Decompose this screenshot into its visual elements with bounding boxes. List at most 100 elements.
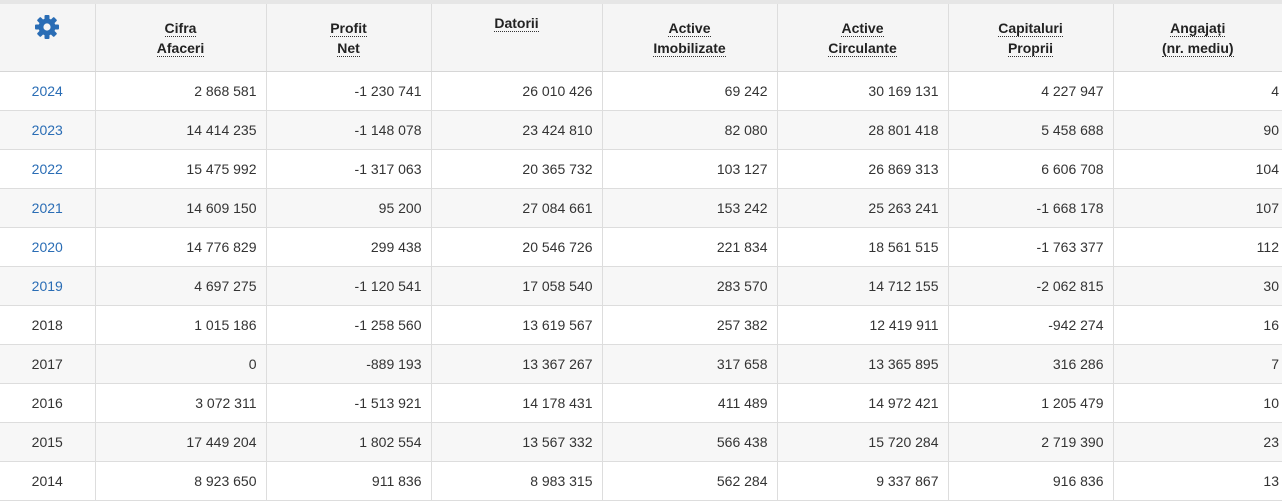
table-row: 2015 17 449 204 1 802 554 13 567 332 566… bbox=[0, 422, 1282, 462]
capitaluri-proprii-cell: 6 606 708 bbox=[948, 149, 1114, 189]
active-imobilizate-cell: 283 570 bbox=[602, 266, 778, 306]
capitaluri-proprii-cell: 2 719 390 bbox=[948, 422, 1114, 462]
active-circulante-cell: 25 263 241 bbox=[777, 188, 949, 228]
col-header-angajati[interactable]: Angajați (nr. mediu) bbox=[1113, 4, 1282, 72]
year-link[interactable]: 2020 bbox=[32, 239, 63, 255]
year-cell: 2018 bbox=[0, 305, 96, 345]
active-circulante-cell: 28 801 418 bbox=[777, 110, 949, 150]
year-cell: 2016 bbox=[0, 383, 96, 423]
col-header-profit-net[interactable]: Profit Net bbox=[266, 4, 432, 72]
year-link[interactable]: 2021 bbox=[32, 200, 63, 216]
cifra-afaceri-cell: 3 072 311 bbox=[95, 383, 267, 423]
year-link[interactable]: 2022 bbox=[32, 161, 63, 177]
active-imobilizate-cell: 69 242 bbox=[602, 71, 778, 111]
financial-table: Cifra Afaceri Profit Net Datorii Active … bbox=[0, 4, 1282, 501]
profit-net-cell: -1 258 560 bbox=[266, 305, 432, 345]
capitaluri-proprii-cell: -1 668 178 bbox=[948, 188, 1114, 228]
table-row: 2022 15 475 992 -1 317 063 20 365 732 10… bbox=[0, 149, 1282, 189]
year-text: 2015 bbox=[31, 434, 63, 450]
year-cell: 2022 bbox=[0, 149, 96, 189]
col-header-line2: Circulante bbox=[828, 39, 897, 57]
capitaluri-proprii-cell: -942 274 bbox=[948, 305, 1114, 345]
active-circulante-cell: 15 720 284 bbox=[777, 422, 949, 462]
col-header-line1: Profit bbox=[330, 19, 367, 37]
col-header-active-imobilizate[interactable]: Active Imobilizate bbox=[602, 4, 778, 72]
cifra-afaceri-cell: 14 609 150 bbox=[95, 188, 267, 228]
capitaluri-proprii-cell: 4 227 947 bbox=[948, 71, 1114, 111]
cifra-afaceri-cell: 2 868 581 bbox=[95, 71, 267, 111]
profit-net-cell: -1 120 541 bbox=[266, 266, 432, 306]
year-link[interactable]: 2023 bbox=[32, 122, 63, 138]
active-circulante-cell: 12 419 911 bbox=[777, 305, 949, 345]
table-body: 2024 2 868 581 -1 230 741 26 010 426 69 … bbox=[0, 71, 1282, 501]
col-header-datorii[interactable]: Datorii bbox=[431, 4, 603, 72]
col-header-line1: Datorii bbox=[494, 15, 539, 32]
angajati-cell: 16 bbox=[1113, 305, 1282, 345]
angajati-cell: 107 bbox=[1113, 188, 1282, 228]
profit-net-cell: 95 200 bbox=[266, 188, 432, 228]
year-cell: 2017 bbox=[0, 344, 96, 384]
year-text: 2016 bbox=[31, 395, 63, 411]
profit-net-cell: -1 148 078 bbox=[266, 110, 432, 150]
active-imobilizate-cell: 221 834 bbox=[602, 227, 778, 267]
cifra-afaceri-cell: 0 bbox=[95, 344, 267, 384]
year-cell: 2019 bbox=[0, 266, 96, 306]
year-cell: 2014 bbox=[0, 461, 96, 501]
datorii-cell: 17 058 540 bbox=[431, 266, 603, 306]
angajati-cell: 10 bbox=[1113, 383, 1282, 423]
cifra-afaceri-cell: 15 475 992 bbox=[95, 149, 267, 189]
active-circulante-cell: 9 337 867 bbox=[777, 461, 949, 501]
table-row: 2014 8 923 650 911 836 8 983 315 562 284… bbox=[0, 461, 1282, 501]
table-header-row: Cifra Afaceri Profit Net Datorii Active … bbox=[0, 4, 1282, 72]
capitaluri-proprii-cell: 1 205 479 bbox=[948, 383, 1114, 423]
active-imobilizate-cell: 153 242 bbox=[602, 188, 778, 228]
year-cell: 2021 bbox=[0, 188, 96, 228]
col-header-line1: Cifra bbox=[164, 19, 197, 37]
datorii-cell: 20 546 726 bbox=[431, 227, 603, 267]
profit-net-cell: -1 230 741 bbox=[266, 71, 432, 111]
datorii-cell: 26 010 426 bbox=[431, 71, 603, 111]
active-circulante-cell: 14 712 155 bbox=[777, 266, 949, 306]
active-circulante-cell: 13 365 895 bbox=[777, 344, 949, 384]
table-row: 2021 14 609 150 95 200 27 084 661 153 24… bbox=[0, 188, 1282, 228]
col-header-capitaluri-proprii[interactable]: Capitaluri Proprii bbox=[948, 4, 1114, 72]
cifra-afaceri-cell: 14 414 235 bbox=[95, 110, 267, 150]
capitaluri-proprii-cell: 316 286 bbox=[948, 344, 1114, 384]
year-cell: 2015 bbox=[0, 422, 96, 462]
year-link[interactable]: 2019 bbox=[32, 278, 63, 294]
cifra-afaceri-cell: 4 697 275 bbox=[95, 266, 267, 306]
table-row: 2017 0 -889 193 13 367 267 317 658 13 36… bbox=[0, 344, 1282, 384]
active-circulante-cell: 26 869 313 bbox=[777, 149, 949, 189]
capitaluri-proprii-cell: -2 062 815 bbox=[948, 266, 1114, 306]
datorii-cell: 20 365 732 bbox=[431, 149, 603, 189]
col-header-line2: Proprii bbox=[1007, 39, 1054, 57]
year-link[interactable]: 2024 bbox=[32, 83, 63, 99]
capitaluri-proprii-cell: 5 458 688 bbox=[948, 110, 1114, 150]
year-text: 2018 bbox=[31, 317, 63, 333]
angajati-cell: 30 bbox=[1113, 266, 1282, 306]
angajati-cell: 104 bbox=[1113, 149, 1282, 189]
profit-net-cell: 1 802 554 bbox=[266, 422, 432, 462]
angajati-cell: 112 bbox=[1113, 227, 1282, 267]
col-header-cifra-afaceri[interactable]: Cifra Afaceri bbox=[95, 4, 267, 72]
table-row: 2019 4 697 275 -1 120 541 17 058 540 283… bbox=[0, 266, 1282, 306]
datorii-cell: 14 178 431 bbox=[431, 383, 603, 423]
cifra-afaceri-cell: 17 449 204 bbox=[95, 422, 267, 462]
capitaluri-proprii-cell: 916 836 bbox=[948, 461, 1114, 501]
angajati-cell: 7 bbox=[1113, 344, 1282, 384]
cifra-afaceri-cell: 1 015 186 bbox=[95, 305, 267, 345]
col-header-line1: Active bbox=[668, 19, 711, 37]
table-row: 2023 14 414 235 -1 148 078 23 424 810 82… bbox=[0, 110, 1282, 150]
gear-icon[interactable] bbox=[34, 14, 60, 40]
active-imobilizate-cell: 562 284 bbox=[602, 461, 778, 501]
active-imobilizate-cell: 257 382 bbox=[602, 305, 778, 345]
active-circulante-cell: 14 972 421 bbox=[777, 383, 949, 423]
active-imobilizate-cell: 566 438 bbox=[602, 422, 778, 462]
capitaluri-proprii-cell: -1 763 377 bbox=[948, 227, 1114, 267]
table-row: 2016 3 072 311 -1 513 921 14 178 431 411… bbox=[0, 383, 1282, 423]
active-imobilizate-cell: 103 127 bbox=[602, 149, 778, 189]
active-imobilizate-cell: 317 658 bbox=[602, 344, 778, 384]
angajati-cell: 23 bbox=[1113, 422, 1282, 462]
profit-net-cell: -1 513 921 bbox=[266, 383, 432, 423]
col-header-active-circulante[interactable]: Active Circulante bbox=[777, 4, 949, 72]
